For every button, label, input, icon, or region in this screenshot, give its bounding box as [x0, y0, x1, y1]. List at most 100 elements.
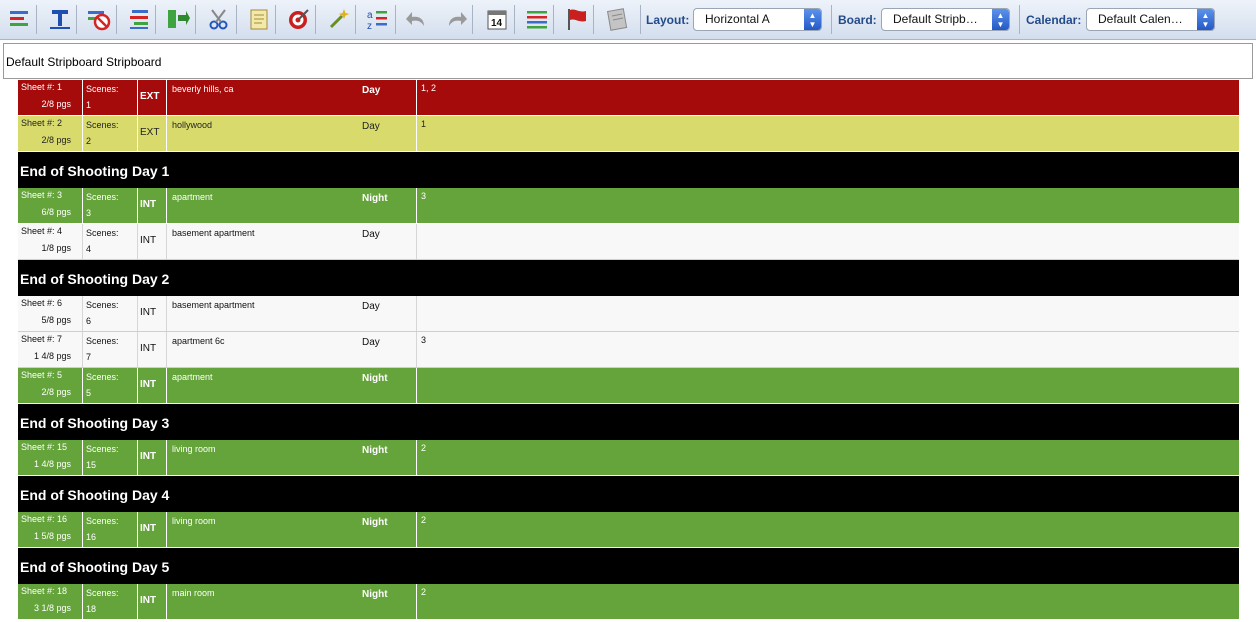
location: apartment 6c [172, 336, 225, 346]
page-count: 2/8 pgs [41, 387, 71, 397]
toolbar-button-stripes[interactable] [522, 4, 552, 34]
int-ext-cell: EXT [138, 116, 167, 151]
cast-cell: 3 [417, 188, 1239, 223]
location: hollywood [172, 120, 213, 130]
toolbar-button-magic-wand[interactable] [323, 4, 353, 34]
strip-row[interactable]: Sheet #: 18 3 1/8 pgs Scenes: 18 INT main roo… [18, 584, 1239, 620]
scenes-label: Scenes: [86, 228, 119, 238]
toolbar-separator [155, 5, 156, 34]
scene-number: 18 [86, 604, 97, 614]
toolbar-separator [36, 5, 37, 34]
cast-cell [417, 224, 1239, 259]
target-icon [289, 9, 309, 29]
location: apartment [172, 372, 213, 382]
int-ext-cell: INT [138, 512, 167, 547]
location-cell: apartment Night [167, 368, 417, 403]
strip-row[interactable]: Sheet #: 15 1 4/8 pgs Scenes: 15 INT living r… [18, 440, 1239, 476]
sheet-number: Sheet #: 15 [21, 442, 68, 452]
int-ext: INT [140, 379, 157, 390]
toolbar-button-redo-arrow[interactable] [441, 4, 471, 34]
page-count: 6/8 pgs [41, 207, 71, 217]
sheet-number: Sheet #: 16 [21, 514, 68, 524]
layout-label: Layout: [646, 13, 690, 27]
cast-ids: 1, 2 [421, 83, 437, 93]
calendar-14-icon: 14 [487, 10, 507, 30]
toolbar-separator [315, 5, 316, 34]
scenes-cell: Scenes: 4 [83, 224, 138, 259]
scenes-cell: Scenes: 15 [83, 440, 138, 475]
scene-number: 16 [86, 532, 97, 542]
strip-list-alt-icon [130, 10, 148, 29]
strip-row[interactable]: Sheet #: 2 2/8 pgs Scenes: 2 EXT hollywood Day… [18, 116, 1239, 152]
location-cell: apartment 6c Day [167, 332, 417, 367]
document-gray-icon [606, 8, 628, 31]
scenes-label: Scenes: [86, 192, 119, 202]
sheet-number: Sheet #: 2 [21, 118, 63, 128]
calendar-select[interactable]: Default Calen… ▲ ▼ [1086, 8, 1215, 31]
toolbar-button-sort-az[interactable]: az [362, 4, 392, 34]
toolbar-button-strip-list[interactable] [4, 4, 34, 34]
int-ext: INT [140, 523, 157, 534]
shooting-day-break[interactable]: End of Shooting Day 5 [18, 548, 1239, 584]
toolbar-button-target[interactable] [283, 4, 313, 34]
strip-row[interactable]: Sheet #: 3 6/8 pgs Scenes: 3 INT apartment Nig… [18, 188, 1239, 224]
shooting-day-break[interactable]: End of Shooting Day 2 [18, 260, 1239, 296]
scenes-cell: Scenes: 2 [83, 116, 138, 151]
toolbar-separator [831, 5, 832, 34]
cast-ids: 2 [421, 587, 427, 597]
int-ext-cell: INT [138, 440, 167, 475]
layout-select[interactable]: Horizontal A ▲ ▼ [693, 8, 822, 31]
cast-cell: 1 [417, 116, 1239, 151]
toolbar-separator [195, 5, 196, 34]
toolbar-separator [116, 5, 117, 34]
toolbar-button-no-entry[interactable] [83, 4, 113, 34]
sort-az-icon: az [367, 10, 387, 32]
toolbar-button-notepad[interactable] [244, 4, 274, 34]
day-night: Night [362, 517, 388, 528]
location-cell: hollywood Day [167, 116, 417, 151]
toolbar-button-undo-arrow[interactable] [402, 4, 432, 34]
cast-ids: 3 [421, 191, 427, 201]
page-count: 2/8 pgs [41, 99, 71, 109]
cast-cell: 2 [417, 440, 1239, 475]
page-count: 5/8 pgs [41, 315, 71, 325]
day-night: Night [362, 373, 388, 384]
strip-row[interactable]: Sheet #: 5 2/8 pgs Scenes: 5 INT apartment Nig… [18, 368, 1239, 404]
toolbar-button-scissors[interactable] [204, 4, 234, 34]
toolbar-button-document-gray[interactable] [602, 4, 632, 34]
shooting-day-break[interactable]: End of Shooting Day 3 [18, 404, 1239, 440]
shooting-day-break[interactable]: End of Shooting Day 4 [18, 476, 1239, 512]
toolbar-button-red-flag[interactable] [562, 4, 592, 34]
toolbar-button-calendar-14[interactable]: 14 [482, 4, 512, 34]
sheet-cell: Sheet #: 16 1 5/8 pgs [18, 512, 83, 547]
shooting-day-break[interactable]: End of Shooting Day 1 [18, 152, 1239, 188]
strip-row[interactable]: Sheet #: 6 5/8 pgs Scenes: 6 INT basement apa… [18, 296, 1239, 332]
no-entry-icon [88, 11, 111, 31]
sheet-number: Sheet #: 5 [21, 370, 63, 380]
location: basement apartment [172, 228, 255, 238]
sheet-number: Sheet #: 6 [21, 298, 63, 308]
strip-row[interactable]: Sheet #: 16 1 5/8 pgs Scenes: 16 INT living r… [18, 512, 1239, 548]
strip-row[interactable]: Sheet #: 7 1 4/8 pgs Scenes: 7 INT apartment … [18, 332, 1239, 368]
toolbar-button-green-arrows[interactable] [162, 4, 192, 34]
board-select[interactable]: Default Stripb… ▲ ▼ [881, 8, 1010, 31]
location: living room [172, 444, 216, 454]
strip-row[interactable]: Sheet #: 4 1/8 pgs Scenes: 4 INT basement apa… [18, 224, 1239, 260]
scenes-label: Scenes: [86, 336, 119, 346]
scenes-cell: Scenes: 6 [83, 296, 138, 331]
stripes-icon [527, 11, 547, 29]
sheet-number: Sheet #: 3 [21, 190, 63, 200]
strip-row[interactable]: Sheet #: 1 2/8 pgs Scenes: 1 EXT beverly hill… [18, 80, 1239, 116]
strip-list-icon [10, 11, 28, 26]
scene-number: 4 [86, 244, 92, 254]
calendar-label: Calendar: [1026, 13, 1082, 27]
int-ext: INT [140, 235, 157, 246]
notepad-icon [250, 9, 268, 30]
location-cell: apartment Night [167, 188, 417, 223]
chevron-updown-icon: ▲ ▼ [804, 9, 821, 30]
sheet-cell: Sheet #: 4 1/8 pgs [18, 224, 83, 259]
toolbar-button-strip-list-alt[interactable] [124, 4, 154, 34]
day-night: Night [362, 445, 388, 456]
toolbar-button-text-t[interactable] [45, 4, 75, 34]
scenes-label: Scenes: [86, 588, 119, 598]
